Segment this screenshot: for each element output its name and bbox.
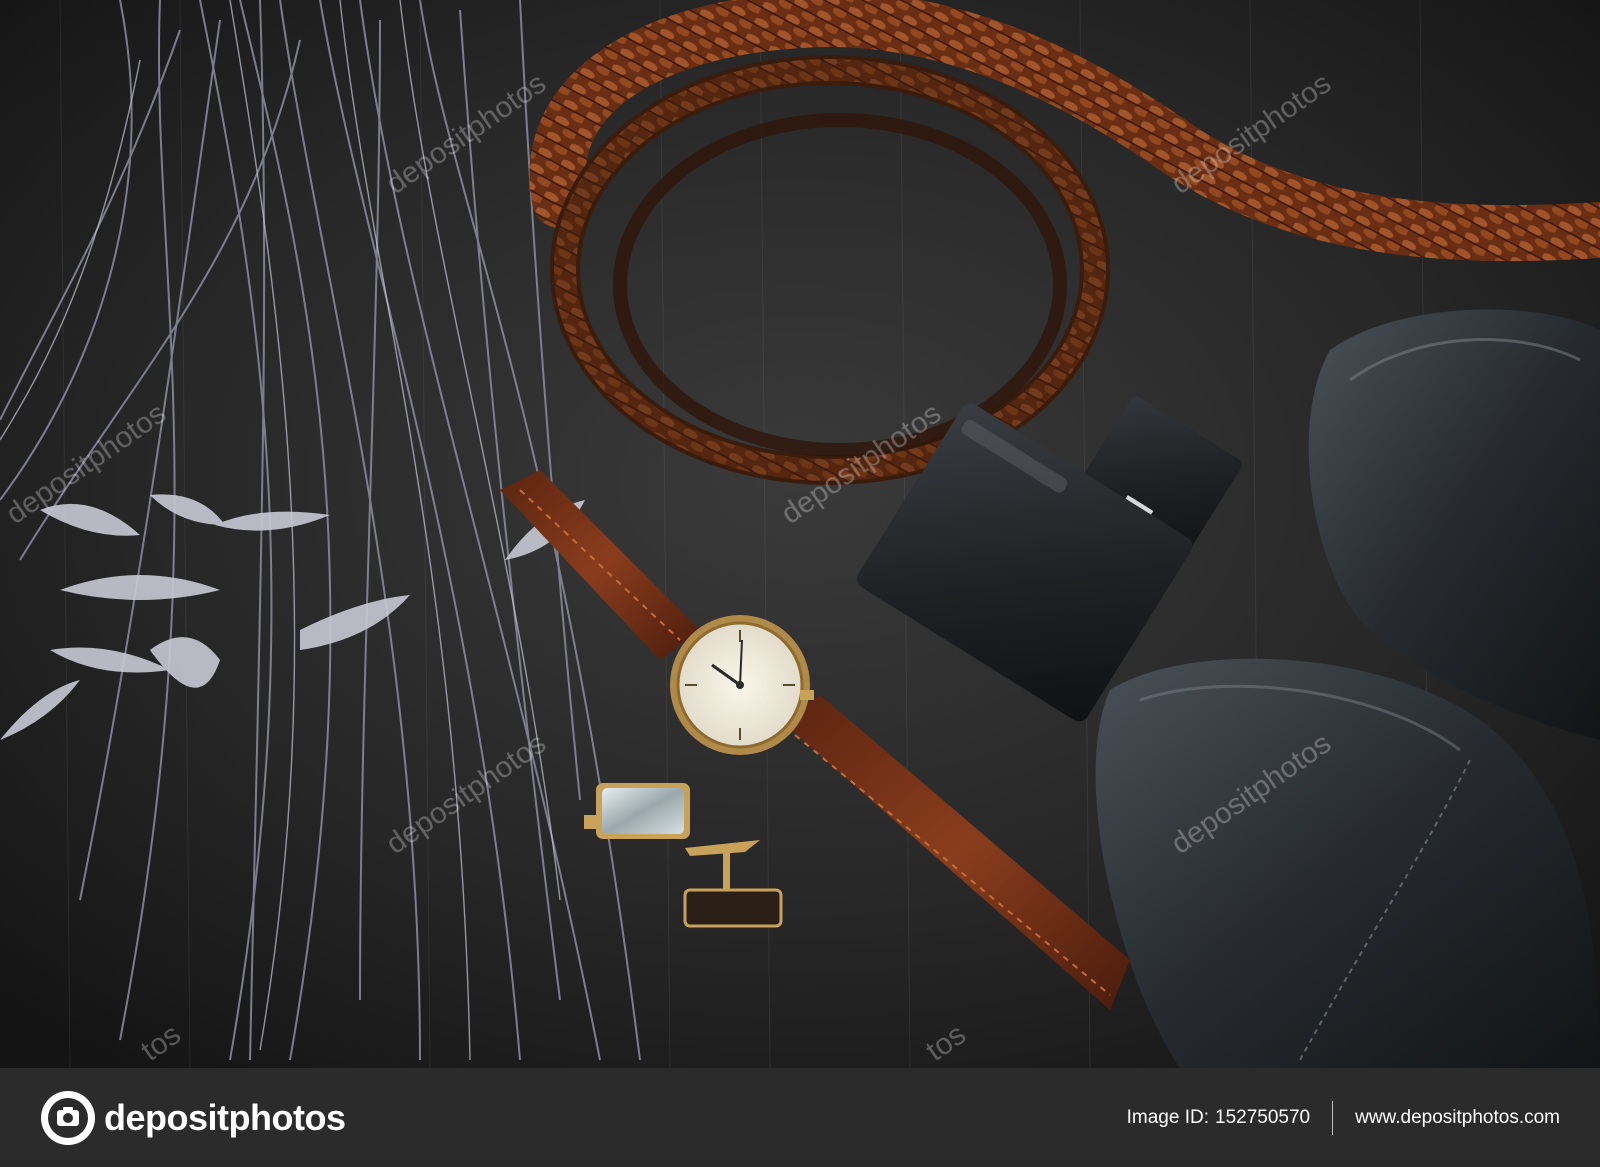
divider [1332,1101,1334,1135]
website-link[interactable]: www.depositphotos.com [1355,1107,1560,1129]
brand-logo-link[interactable]: depositphotos [40,1088,346,1148]
image-id-label: Image ID: [1126,1107,1209,1128]
brand-name: depositphotos [104,1097,346,1138]
stock-photo: depositphotos depositphotos depositphoto… [0,0,1600,1068]
photo-canvas: depositphotos depositphotos depositphoto… [0,0,1600,1068]
image-id-value: 152750570 [1215,1107,1311,1128]
camera-logo-icon [41,1091,95,1145]
footer-bar: depositphotos Image ID: 152750570 www.de… [0,1068,1600,1167]
cufflink-pearl [584,783,690,839]
image-info: Image ID: 152750570 www.depositphotos.co… [1127,1098,1560,1138]
